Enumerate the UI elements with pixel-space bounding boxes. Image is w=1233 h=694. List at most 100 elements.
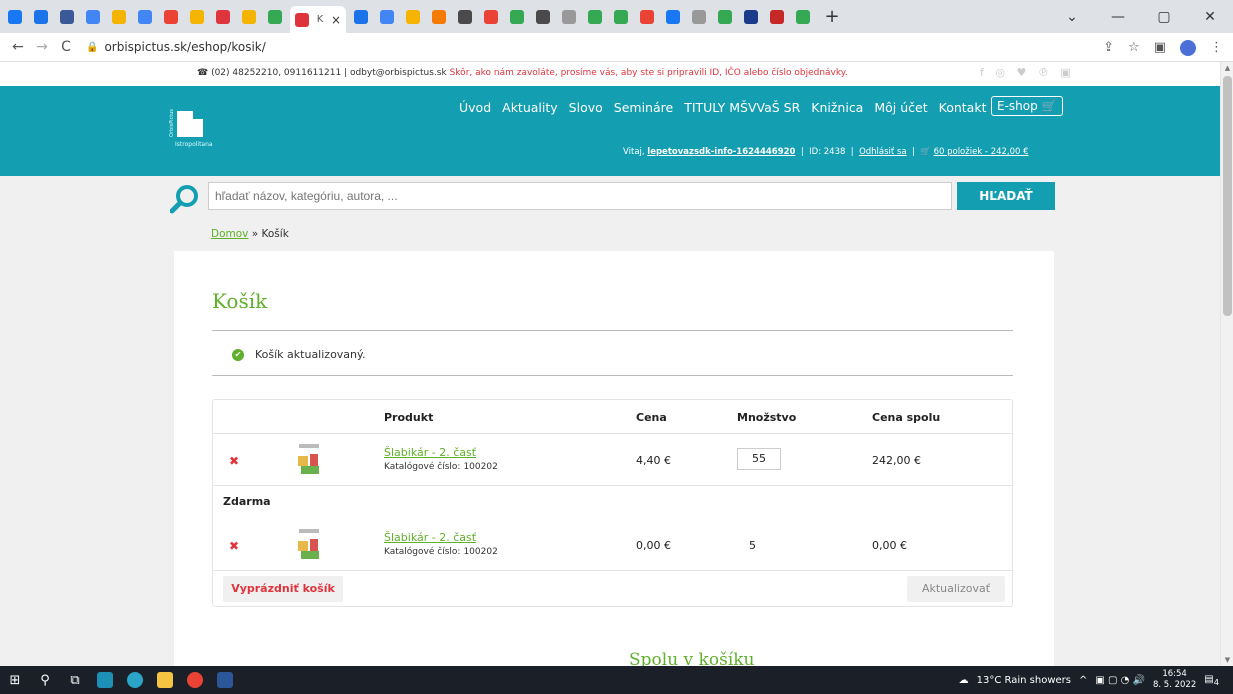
close-window-button[interactable]: ✕ <box>1187 9 1233 25</box>
empty-cart-button[interactable]: Vyprázdniť košík <box>223 576 343 602</box>
remove-item-icon[interactable]: ✖ <box>229 539 239 553</box>
cart-summary-link[interactable]: 60 položiek - 242,00 € <box>934 147 1029 157</box>
chrome-icon[interactable] <box>180 666 210 694</box>
search-icon[interactable]: ⚲ <box>30 666 60 694</box>
file-explorer-icon[interactable] <box>150 666 180 694</box>
social-icons[interactable]: f ◎ ♥ ℗ ▣ <box>980 66 1075 79</box>
tab[interactable] <box>454 6 476 28</box>
word-icon[interactable] <box>210 666 240 694</box>
scrollbar-thumb[interactable] <box>1223 76 1232 316</box>
tab[interactable] <box>402 6 424 28</box>
back-icon[interactable]: ← <box>6 39 30 55</box>
sidebar-icon[interactable]: ▣ <box>1154 40 1166 55</box>
scroll-down-icon[interactable]: ▼ <box>1221 656 1233 664</box>
breadcrumb-home[interactable]: Domov <box>211 228 248 240</box>
tab[interactable] <box>662 6 684 28</box>
logout-link[interactable]: Odhlásiť sa <box>859 147 907 157</box>
tab-favicon-icon <box>406 9 420 24</box>
notification-icon[interactable]: ▤4 <box>1204 674 1219 687</box>
tab-favicon-icon <box>562 9 576 24</box>
item-quantity: 5 <box>749 539 756 552</box>
menu-item-moj-ucet[interactable]: Môj účet <box>874 100 927 115</box>
tab[interactable] <box>740 6 762 28</box>
menu-item-kniznica[interactable]: Knižnica <box>811 100 863 115</box>
tab[interactable] <box>428 6 450 28</box>
breadcrumb-current: Košík <box>261 228 289 240</box>
eshop-button[interactable]: E-shop 🛒 <box>991 96 1063 116</box>
menu-item-kontakt[interactable]: Kontakt <box>939 100 987 115</box>
menu-kebab-icon[interactable]: ⋮ <box>1210 40 1223 55</box>
user-line: Vitaj, lepetovazsdk-info-1624446920 | ID… <box>623 147 1029 157</box>
tab-favicon-icon <box>744 9 758 24</box>
tab[interactable] <box>238 6 260 28</box>
tab[interactable] <box>766 6 788 28</box>
share-icon[interactable]: ⇪ <box>1103 40 1114 55</box>
tray-icons[interactable]: ▣ ▢ ◔ 🔊 <box>1095 675 1145 686</box>
tab[interactable] <box>584 6 606 28</box>
url-field[interactable]: 🔒 orbispictus.sk/eshop/kosik/ <box>86 40 266 54</box>
menu-item-aktuality[interactable]: Aktuality <box>502 100 558 115</box>
tab[interactable] <box>134 6 156 28</box>
tray-chevron-icon[interactable]: ^ <box>1079 675 1087 686</box>
weather-text[interactable]: 13°C Rain showers <box>977 675 1071 686</box>
window-controls: ⌄ — ▢ ✕ <box>1049 0 1233 33</box>
bookmark-star-icon[interactable]: ☆ <box>1128 40 1140 55</box>
profile-avatar[interactable] <box>1180 39 1196 56</box>
tab[interactable] <box>376 6 398 28</box>
tab[interactable] <box>350 6 372 28</box>
site-logo[interactable]: OrbisPictus Istropolitana <box>169 107 239 157</box>
task-view-icon[interactable]: ⧉ <box>60 666 90 694</box>
clock[interactable]: 16:54 8. 5. 2022 <box>1153 669 1196 691</box>
menu-item-slovo[interactable]: Slovo <box>569 100 603 115</box>
tab-favicon-icon <box>60 9 74 24</box>
tab[interactable] <box>792 6 814 28</box>
page-scrollbar[interactable]: ▲ ▼ <box>1220 62 1233 666</box>
tab[interactable] <box>82 6 104 28</box>
app-icon[interactable] <box>90 666 120 694</box>
menu-item-tituly[interactable]: TITULY MŠVVaŠ SR <box>684 100 800 115</box>
tab[interactable] <box>160 6 182 28</box>
lock-icon[interactable]: 🔒 <box>86 42 98 53</box>
tab[interactable] <box>636 6 658 28</box>
windows-start-icon[interactable]: ⊞ <box>0 666 30 694</box>
search-button[interactable]: HĽADAŤ <box>957 182 1055 210</box>
minimize-button[interactable]: — <box>1095 9 1141 25</box>
tab[interactable] <box>4 6 26 28</box>
tab-search-icon[interactable]: ⌄ <box>1049 9 1095 25</box>
eshop-label: E-shop <box>997 99 1038 113</box>
cart-summary-icon: 🛒 <box>920 147 931 157</box>
tab[interactable] <box>212 6 234 28</box>
product-thumbnail[interactable] <box>295 442 325 476</box>
tab[interactable] <box>688 6 710 28</box>
reload-icon[interactable]: C <box>54 39 78 55</box>
tab[interactable] <box>532 6 554 28</box>
menu-item-uvod[interactable]: Úvod <box>459 100 491 115</box>
new-tab-button[interactable]: + <box>822 6 842 27</box>
product-thumbnail[interactable] <box>295 527 325 561</box>
tab[interactable] <box>480 6 502 28</box>
tab[interactable] <box>610 6 632 28</box>
tab[interactable] <box>30 6 52 28</box>
tab[interactable] <box>264 6 286 28</box>
quantity-input[interactable]: 55 <box>737 448 781 470</box>
update-cart-button[interactable]: Aktualizovať <box>907 576 1005 602</box>
tab[interactable] <box>108 6 130 28</box>
product-link[interactable]: Šlabikár - 2. časť <box>384 446 476 459</box>
tab-active[interactable]: K × <box>290 6 346 33</box>
forward-icon[interactable]: → <box>30 39 54 55</box>
user-link[interactable]: lepetovazsdk-info-1624446920 <box>647 147 795 157</box>
tab[interactable] <box>714 6 736 28</box>
search-input[interactable] <box>208 182 952 210</box>
tab-close-icon[interactable]: × <box>331 13 341 27</box>
tab[interactable] <box>56 6 78 28</box>
remove-item-icon[interactable]: ✖ <box>229 454 239 468</box>
weather-icon[interactable]: ☁ <box>959 675 969 686</box>
tab[interactable] <box>186 6 208 28</box>
edge-icon[interactable] <box>120 666 150 694</box>
tab[interactable] <box>506 6 528 28</box>
menu-item-seminare[interactable]: Semináre <box>614 100 673 115</box>
tab[interactable] <box>558 6 580 28</box>
maximize-button[interactable]: ▢ <box>1141 9 1187 25</box>
scroll-up-icon[interactable]: ▲ <box>1221 64 1233 72</box>
product-link[interactable]: Šlabikár - 2. časť <box>384 531 476 544</box>
